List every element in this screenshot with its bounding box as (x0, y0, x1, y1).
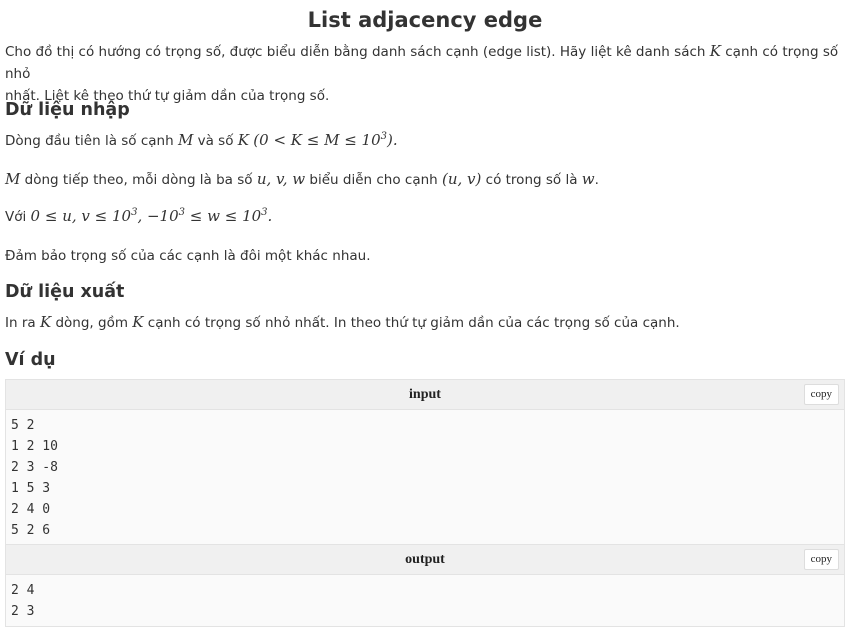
sample-output-content: 2 42 3 (6, 575, 844, 626)
input-line: 5 2 (11, 418, 35, 433)
math-vars-uvw: u, v, w (256, 170, 306, 188)
output-paragraph: In ra K dòng, gồm K cạnh có trọng số nhỏ… (5, 311, 845, 334)
statement-text: Cho đồ thị có hướng có trọng số, được bi… (5, 44, 710, 60)
output-line: 2 4 (11, 583, 35, 598)
math-var-k: K (39, 313, 52, 331)
input-text: và số (193, 133, 238, 149)
input-text: dòng tiếp theo, mỗi dòng là ba số (20, 172, 257, 188)
sample-input-content: 5 2 1 2 10 2 3 -8 1 5 3 2 4 0 5 2 6 (6, 410, 844, 545)
input-paragraph-1: Dòng đầu tiên là số cạnh M và số K (0 < … (5, 129, 845, 152)
input-text: Dòng đầu tiên là số cạnh (5, 133, 178, 149)
output-text: cạnh có trọng số nhỏ nhất. In theo thứ t… (143, 315, 680, 331)
sample-output-block: output copy 2 42 3 (5, 544, 845, 627)
math-constraint-text: (0 < K ≤ M ≤ 10 (253, 131, 381, 149)
input-heading: Dữ liệu nhập (5, 100, 130, 120)
example-heading: Ví dụ (5, 350, 56, 370)
input-text: có trong số là (481, 172, 582, 188)
statement-paragraph: Cho đồ thị có hướng có trọng số, được bi… (5, 40, 845, 107)
math-var-m: M (177, 131, 194, 149)
math-var-k: K (132, 313, 144, 331)
sample-output-label: output (405, 552, 445, 567)
math-range-part: , −10 (137, 207, 179, 225)
math-var-m: M (5, 170, 21, 188)
math-var-w: w (581, 170, 595, 188)
output-heading: Dữ liệu xuất (5, 282, 125, 302)
input-text: biểu diễn cho cạnh (305, 172, 442, 188)
input-paragraph-3: Với 0 ≤ u, v ≤ 103, −103 ≤ w ≤ 103. (5, 205, 845, 228)
math-var-k: K (237, 131, 249, 149)
output-line: 2 3 (11, 604, 35, 619)
math-close: ). (387, 131, 398, 149)
input-line: 2 3 -8 (11, 460, 58, 475)
output-text: In ra (5, 315, 40, 331)
page-title: List adjacency edge (307, 8, 543, 32)
math-range: 0 ≤ u, v ≤ 103, −103 ≤ w ≤ 103. (31, 207, 273, 225)
copy-output-button[interactable]: copy (803, 549, 839, 570)
math-var-k: K (709, 42, 721, 60)
input-line: 1 2 10 (11, 439, 58, 454)
input-line: 2 4 0 (11, 502, 51, 517)
input-line: 1 5 3 (11, 481, 51, 496)
math-edge-uv: (u, v) (442, 170, 482, 188)
input-text: . (594, 172, 599, 188)
math-range-part: ≤ w ≤ 10 (185, 207, 262, 225)
input-paragraph-2: M dòng tiếp theo, mỗi dòng là ba số u, v… (5, 168, 845, 191)
sample-input-header: input copy (6, 380, 844, 410)
input-text: Với (5, 209, 31, 225)
sample-output-header: output copy (6, 545, 844, 575)
math-constraint: (0 < K ≤ M ≤ 103). (253, 131, 397, 149)
sample-input-label: input (409, 387, 441, 402)
math-range-part: 0 ≤ u, v ≤ 10 (30, 207, 132, 225)
math-range-end: . (267, 207, 273, 225)
input-line: 5 2 6 (11, 523, 51, 538)
input-paragraph-4: Đảm bảo trọng số của các cạnh là đôi một… (5, 248, 371, 264)
sample-input-block: input copy 5 2 1 2 10 2 3 -8 1 5 3 2 4 0 5 2 … (5, 379, 845, 546)
output-text: dòng, gồm (51, 315, 133, 331)
copy-input-button[interactable]: copy (803, 384, 839, 405)
